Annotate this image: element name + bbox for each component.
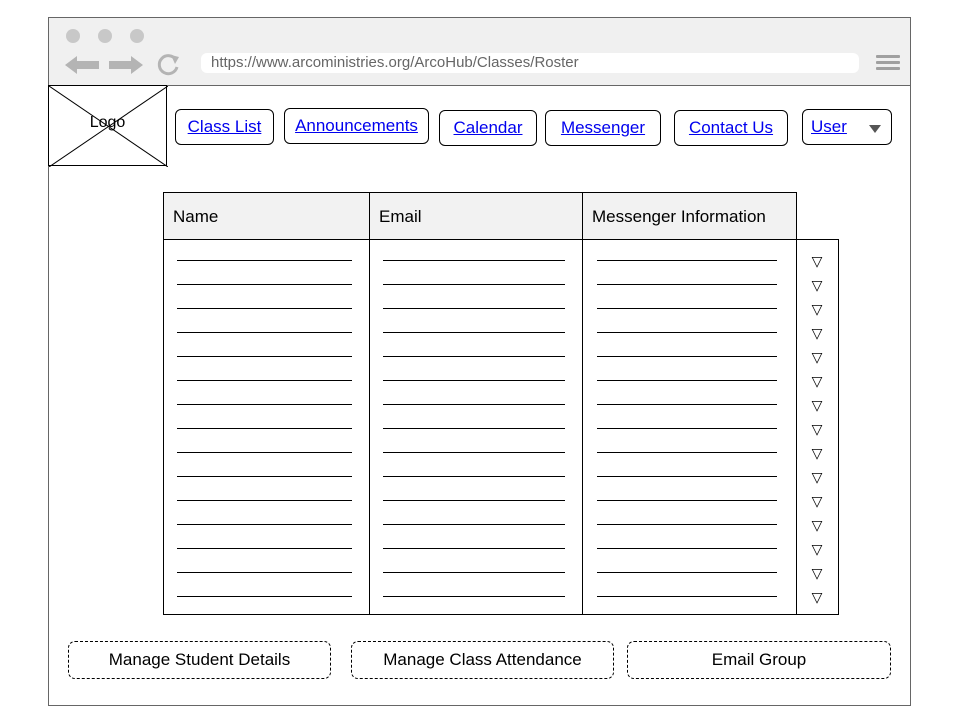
table-row-placeholder-line xyxy=(597,428,777,429)
manage-class-attendance-button[interactable]: Manage Class Attendance xyxy=(351,641,614,679)
table-row-placeholder-line xyxy=(177,572,352,573)
email-group-button[interactable]: Email Group xyxy=(627,641,891,679)
column-header-messenger: Messenger Information xyxy=(582,192,797,240)
table-row-placeholder-line xyxy=(383,596,565,597)
table-row-placeholder-line xyxy=(383,404,565,405)
table-row-placeholder-line xyxy=(177,380,352,381)
table-row-placeholder-line xyxy=(177,548,352,549)
table-row-placeholder-line xyxy=(177,260,352,261)
nav-contact-us-label[interactable]: Contact Us xyxy=(689,118,773,137)
nav-class-list[interactable]: Class List xyxy=(175,109,274,145)
table-row-placeholder-line xyxy=(177,356,352,357)
table-row-placeholder-line xyxy=(597,404,777,405)
row-dropdown-triangle-icon[interactable]: ▽ xyxy=(810,422,824,436)
table-row-placeholder-line xyxy=(177,332,352,333)
browser-chrome: https://www.arcoministries.org/ArcoHub/C… xyxy=(49,18,910,86)
row-dropdown-triangle-icon[interactable]: ▽ xyxy=(810,590,824,604)
table-row-placeholder-line xyxy=(383,284,565,285)
row-dropdown-triangle-icon[interactable]: ▽ xyxy=(810,542,824,556)
table-row-placeholder-line xyxy=(597,332,777,333)
table-row-placeholder-line xyxy=(383,524,565,525)
table-row-placeholder-line xyxy=(383,428,565,429)
row-dropdown-triangle-icon[interactable]: ▽ xyxy=(810,446,824,460)
table-row-placeholder-line xyxy=(177,428,352,429)
row-dropdown-triangle-icon[interactable]: ▽ xyxy=(810,302,824,316)
table-row-placeholder-line xyxy=(597,500,777,501)
table-row-placeholder-line xyxy=(177,524,352,525)
table-row-placeholder-line xyxy=(597,524,777,525)
table-row-placeholder-line xyxy=(597,356,777,357)
table-row-placeholder-line xyxy=(383,476,565,477)
table-row-placeholder-line xyxy=(383,548,565,549)
row-dropdown-triangle-icon[interactable]: ▽ xyxy=(810,374,824,388)
table-row-placeholder-line xyxy=(177,452,352,453)
table-row-placeholder-line xyxy=(177,284,352,285)
nav-messenger[interactable]: Messenger xyxy=(545,110,661,146)
user-dropdown[interactable]: User xyxy=(802,109,892,145)
row-dropdown-triangle-icon[interactable]: ▽ xyxy=(810,254,824,268)
table-row-placeholder-line xyxy=(597,572,777,573)
row-dropdown-triangle-icon[interactable]: ▽ xyxy=(810,566,824,580)
logo: Logo xyxy=(48,85,168,167)
table-row-placeholder-line xyxy=(597,548,777,549)
back-arrow-icon[interactable] xyxy=(65,56,101,74)
table-row-placeholder-line xyxy=(383,356,565,357)
column-header-name: Name xyxy=(163,192,370,240)
table-row-placeholder-line xyxy=(597,380,777,381)
table-row-placeholder-line xyxy=(383,308,565,309)
table-row-placeholder-line xyxy=(383,572,565,573)
nav-contact-us[interactable]: Contact Us xyxy=(674,110,788,146)
table-row-placeholder-line xyxy=(597,308,777,309)
reload-icon[interactable] xyxy=(157,53,181,77)
window-maximize-dot[interactable] xyxy=(130,29,144,43)
table-row-placeholder-line xyxy=(597,284,777,285)
column-messenger-body xyxy=(582,239,797,615)
row-dropdown-triangle-icon[interactable]: ▽ xyxy=(810,494,824,508)
table-row-placeholder-line xyxy=(383,332,565,333)
table-row-placeholder-line xyxy=(597,260,777,261)
nav-messenger-label[interactable]: Messenger xyxy=(561,118,645,137)
address-bar[interactable]: https://www.arcoministries.org/ArcoHub/C… xyxy=(201,53,859,73)
menu-icon[interactable] xyxy=(876,55,900,71)
table-row-placeholder-line xyxy=(597,476,777,477)
table-row-placeholder-line xyxy=(177,596,352,597)
table-row-placeholder-line xyxy=(177,404,352,405)
table-row-placeholder-line xyxy=(177,308,352,309)
user-dropdown-label[interactable]: User xyxy=(811,117,847,136)
table-row-placeholder-line xyxy=(177,500,352,501)
row-dropdown-triangle-icon[interactable]: ▽ xyxy=(810,278,824,292)
table-row-placeholder-line xyxy=(383,260,565,261)
chevron-down-icon xyxy=(869,125,881,133)
column-header-email: Email xyxy=(369,192,583,240)
nav-announcements-label[interactable]: Announcements xyxy=(295,116,418,135)
row-dropdown-triangle-icon[interactable]: ▽ xyxy=(810,398,824,412)
window-minimize-dot[interactable] xyxy=(98,29,112,43)
column-email-body xyxy=(369,239,583,615)
forward-arrow-icon[interactable] xyxy=(109,56,145,74)
row-dropdown-triangle-icon[interactable]: ▽ xyxy=(810,350,824,364)
nav-calendar-label[interactable]: Calendar xyxy=(454,118,523,137)
row-dropdown-triangle-icon[interactable]: ▽ xyxy=(810,470,824,484)
window-close-dot[interactable] xyxy=(66,29,80,43)
manage-student-details-button[interactable]: Manage Student Details xyxy=(68,641,331,679)
table-row-placeholder-line xyxy=(597,452,777,453)
column-name-body xyxy=(163,239,370,615)
logo-label: Logo xyxy=(89,114,126,131)
nav-class-list-label[interactable]: Class List xyxy=(188,117,262,136)
row-dropdown-triangle-icon[interactable]: ▽ xyxy=(810,326,824,340)
table-row-placeholder-line xyxy=(383,380,565,381)
row-dropdown-triangle-icon[interactable]: ▽ xyxy=(810,518,824,532)
table-row-placeholder-line xyxy=(177,476,352,477)
table-row-placeholder-line xyxy=(383,452,565,453)
table-row-placeholder-line xyxy=(597,596,777,597)
nav-calendar[interactable]: Calendar xyxy=(439,110,537,146)
table-row-placeholder-line xyxy=(383,500,565,501)
nav-announcements[interactable]: Announcements xyxy=(284,108,429,144)
